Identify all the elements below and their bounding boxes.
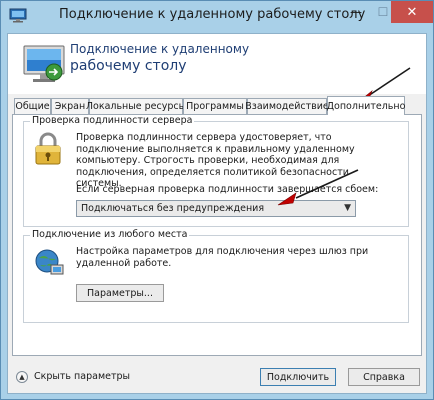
server-auth-title: Проверка подлинности сервера xyxy=(30,115,195,126)
title-bar[interactable]: Подключение к удаленному рабочему столу … xyxy=(1,1,433,33)
connect-anywhere-title: Подключение из любого места xyxy=(30,229,190,240)
window-title: Подключение к удаленному рабочему столу xyxy=(59,7,366,22)
tab-display[interactable]: Экран xyxy=(51,98,89,114)
hide-options-link[interactable]: Скрыть параметры xyxy=(34,371,130,382)
tab-strip: Общие Экран Локальные ресурсы Программы … xyxy=(12,96,424,115)
header-title-line1: Подключение к удаленному xyxy=(70,42,250,56)
tab-experience[interactable]: Взаимодействие xyxy=(245,98,329,114)
remote-desktop-icon xyxy=(23,45,65,82)
collapse-up-icon[interactable]: ▲ xyxy=(16,371,28,383)
globe-network-icon xyxy=(35,249,64,275)
dialog-client-area: Подключение к удаленному рабочему столу … xyxy=(7,33,427,394)
server-auth-description: Проверка подлинности сервера удостоверяе… xyxy=(76,132,355,189)
tab-advanced[interactable]: Дополнительно xyxy=(327,96,405,115)
lock-icon xyxy=(35,132,61,165)
server-auth-dropdown[interactable]: Подключаться без предупреждения ▼ xyxy=(76,200,356,217)
connect-anywhere-description: Настройка параметров для подключения чер… xyxy=(76,246,369,269)
close-button[interactable]: ✕ xyxy=(391,1,433,23)
minimize-button[interactable]: — xyxy=(343,1,369,23)
dialog-footer: ▲ Скрыть параметры Подключить Справка xyxy=(8,360,426,393)
header-title-line2: рабочему столу xyxy=(70,58,187,74)
connect-anywhere-group: Подключение из любого места Настройка па… xyxy=(23,229,409,323)
dialog-header: Подключение к удаленному рабочему столу xyxy=(8,34,426,94)
server-auth-select-label: Если серверная проверка подлинности заве… xyxy=(76,184,379,195)
advanced-tab-panel: Проверка подлинности сервера Проверка по… xyxy=(12,114,422,356)
tab-local-resources[interactable]: Локальные ресурсы xyxy=(86,98,186,114)
server-auth-group: Проверка подлинности сервера Проверка по… xyxy=(23,115,409,227)
tab-general[interactable]: Общие xyxy=(14,98,51,114)
gateway-settings-button[interactable]: Параметры... xyxy=(76,284,164,302)
chevron-down-icon: ▼ xyxy=(344,203,351,213)
help-button[interactable]: Справка xyxy=(348,368,420,386)
server-auth-dropdown-value: Подключаться без предупреждения xyxy=(81,203,265,214)
tab-programs[interactable]: Программы xyxy=(183,98,247,114)
remote-desktop-icon xyxy=(9,8,27,23)
connect-button[interactable]: Подключить xyxy=(260,368,336,386)
rdp-window: Подключение к удаленному рабочему столу … xyxy=(0,0,434,400)
